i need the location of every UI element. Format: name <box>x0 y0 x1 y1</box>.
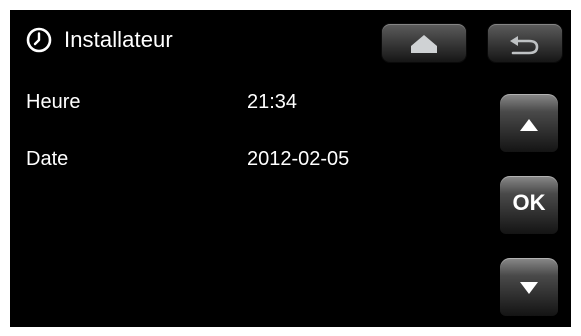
hour-value[interactable]: 21:34 <box>247 90 297 114</box>
up-button[interactable] <box>500 94 558 152</box>
home-icon <box>411 35 437 53</box>
display-screen: Installateur Heure 21:34 Date 2012-02-05… <box>10 10 571 327</box>
home-button[interactable] <box>382 24 466 62</box>
arrow-up-icon <box>520 119 538 131</box>
hour-label: Heure <box>26 91 81 113</box>
ok-button-label: OK <box>512 190 546 215</box>
clock-icon <box>26 27 52 53</box>
page-title: Installateur <box>64 27 173 52</box>
date-label: Date <box>26 148 69 170</box>
arrow-down-icon <box>520 282 538 294</box>
down-button[interactable] <box>500 258 558 316</box>
back-arrow-icon <box>510 36 539 55</box>
back-button[interactable] <box>488 24 562 62</box>
ok-button[interactable]: OK <box>500 176 558 234</box>
date-value[interactable]: 2012-02-05 <box>247 147 349 171</box>
